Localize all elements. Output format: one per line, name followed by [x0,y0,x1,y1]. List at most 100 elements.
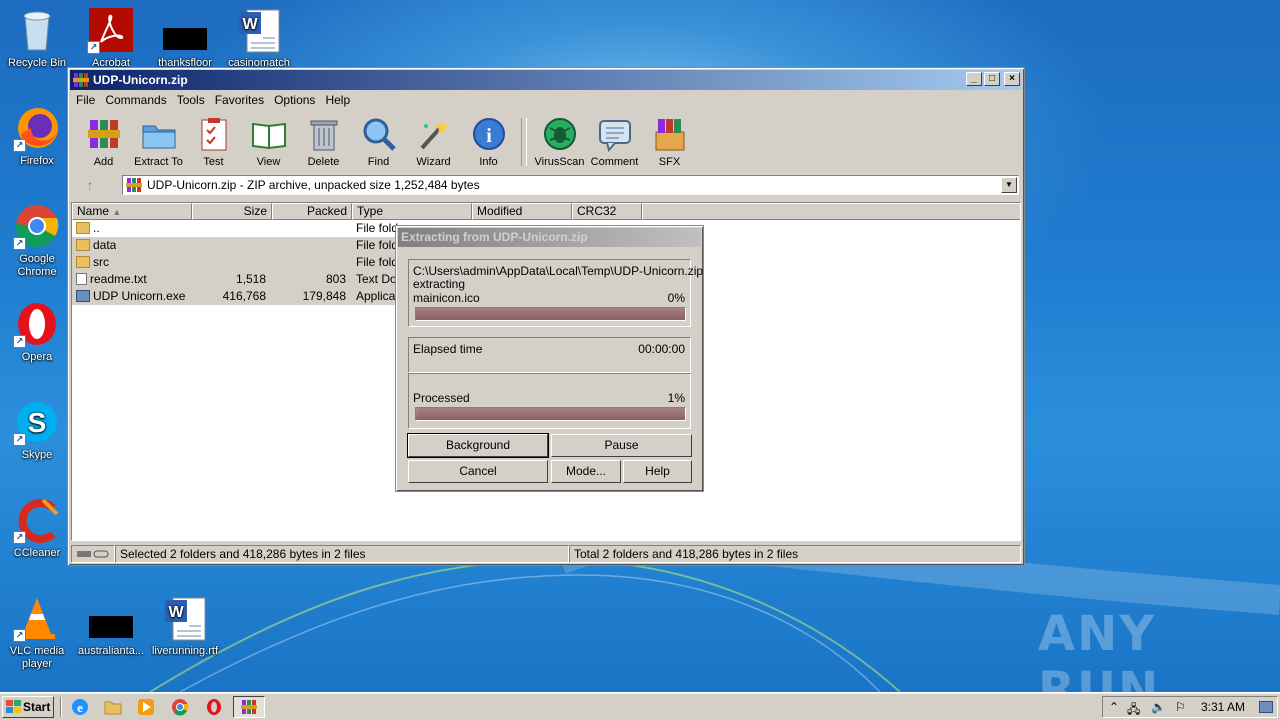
winrar-icon [126,178,142,192]
desktop-icon-recycle-bin[interactable]: Recycle Bin [0,6,74,70]
file-row-exe[interactable]: UDP Unicorn.exe 416,768 179,848 Applicat [72,288,402,305]
opera-icon: ↗ [13,300,61,348]
explorer-icon[interactable] [104,698,122,716]
archive-path: C:\Users\admin\AppData\Local\Temp\UDP-Un… [413,264,704,278]
tray-expand-icon[interactable]: ⌃ [1109,700,1119,714]
file-row-data[interactable]: data File fold [72,237,402,254]
column-header-size[interactable]: Size [192,203,272,220]
mode-button[interactable]: Mode... [551,460,621,483]
maximize-button[interactable]: □ [984,72,1000,86]
close-button[interactable]: × [1004,72,1020,86]
file-row-parent[interactable]: .. File fold [72,220,402,237]
firefox-icon: ↗ [13,104,61,152]
desktop-icon-acrobat[interactable]: ↗ Acrobat [74,6,148,70]
desktop-icon-chrome[interactable]: ↗ Google Chrome [0,202,74,279]
menu-favorites[interactable]: Favorites [210,93,269,107]
desktop-icon-casinomatch[interactable]: W casinomatch [222,6,296,70]
comment-button[interactable]: Comment [587,114,642,170]
chevron-down-icon[interactable]: ▼ [1001,177,1017,193]
desktop-icon-label: australianta... [77,645,145,657]
test-button[interactable]: Test [186,114,241,170]
desktop-icon-label: Google Chrome [17,253,57,278]
archive-path-field[interactable]: UDP-Unicorn.zip - ZIP archive, unpacked … [122,175,1019,195]
info-button[interactable]: i Info [461,114,516,170]
file-name: readme.txt [90,272,147,286]
comment-label: Comment [590,156,639,168]
delete-button[interactable]: Delete [296,114,351,170]
file-name: src [93,255,109,269]
column-header-modified[interactable]: Modified [472,203,572,220]
desktop-icon-opera[interactable]: ↗ Opera [0,300,74,364]
action-center-flag-icon[interactable]: ⚐ [1175,700,1186,714]
desktop-icon-vlc[interactable]: ↗ VLC media player [0,594,74,671]
sfx-button[interactable]: SFX [642,114,697,170]
menu-file[interactable]: File [71,93,100,107]
start-label: Start [23,700,51,714]
column-header-type[interactable]: Type [352,203,472,220]
processed-progress-bar [415,407,686,421]
application-icon [76,290,90,302]
status-total: Total 2 folders and 418,286 bytes in 2 f… [569,545,1021,563]
extract-to-button[interactable]: Extract To [131,114,186,170]
recycle-bin-icon [13,6,61,54]
cancel-button[interactable]: Cancel [408,460,548,483]
file-row-readme[interactable]: readme.txt 1,518 803 Text Do [72,271,402,288]
volume-icon[interactable]: 🔈 [1151,700,1166,714]
dialog-title[interactable]: Extracting from UDP-Unicorn.zip [398,228,701,247]
desktop-icon-thanksfloor[interactable]: thanksfloor [148,6,222,70]
column-header-crc32[interactable]: CRC32 [572,203,642,220]
desktop-icon-ccleaner[interactable]: ↗ CCleaner [0,496,74,560]
help-button[interactable]: Help [623,460,692,483]
desktop-icon-firefox[interactable]: ↗ Firefox [0,104,74,168]
shortcut-arrow-icon: ↗ [13,433,26,446]
window-titlebar[interactable]: UDP-Unicorn.zip _ □ × [70,70,1022,90]
network-icon[interactable]: 🖧 [1127,700,1140,720]
up-arrow-icon[interactable]: ↑ [74,177,106,193]
view-button[interactable]: View [241,114,296,170]
start-button[interactable]: Start [2,696,54,718]
desktop-icon-australianta[interactable]: australianta... [74,594,148,658]
taskbar-winrar-button[interactable] [233,696,265,718]
virusscan-button[interactable]: VirusScan [532,114,587,170]
drive-icon[interactable] [71,545,115,563]
file-size: 1,518 [235,272,266,286]
file-size: 416,768 [222,289,266,303]
show-desktop-icon[interactable] [1259,701,1273,713]
folder-icon [76,239,90,251]
opera-icon[interactable] [205,698,223,716]
archive-path-text: UDP-Unicorn.zip - ZIP archive, unpacked … [147,178,480,192]
info-icon: i [471,116,507,152]
windows-logo-icon [6,700,21,713]
svg-text:e: e [77,700,83,715]
extract-to-label: Extract To [134,156,183,168]
menu-tools[interactable]: Tools [172,93,210,107]
add-button[interactable]: Add [76,114,131,170]
find-label: Find [367,156,390,168]
menu-options[interactable]: Options [269,93,320,107]
ie-icon[interactable]: e [71,698,89,716]
virus-bug-icon [542,116,578,152]
wizard-button[interactable]: Wizard [406,114,461,170]
find-button[interactable]: Find [351,114,406,170]
column-header-name[interactable]: Name ▲ [72,203,192,220]
sort-ascending-icon: ▲ [112,207,122,217]
toolbar-separator [521,118,527,166]
file-row-src[interactable]: src File fold [72,254,402,271]
view-label: View [256,156,281,168]
column-header-packed[interactable]: Packed [272,203,352,220]
media-player-icon[interactable] [137,698,155,716]
menu-commands[interactable]: Commands [100,93,171,107]
menu-help[interactable]: Help [320,93,355,107]
processed-percent: 1% [667,391,685,405]
clock[interactable]: 3:31 AM [1201,700,1245,714]
minimize-button[interactable]: _ [966,72,982,86]
elapsed-label: Elapsed time [413,342,483,356]
desktop-icon-liverunning[interactable]: W liverunning.rtf [148,594,222,658]
add-label: Add [93,156,114,168]
desktop-icon-skype[interactable]: S ↗ Skype [0,398,74,462]
pause-button[interactable]: Pause [551,434,692,457]
background-button[interactable]: Background [407,433,549,458]
desktop-icon-label: Firefox [20,155,54,167]
status-selected: Selected 2 folders and 418,286 bytes in … [115,545,569,563]
chrome-icon[interactable] [171,698,189,716]
